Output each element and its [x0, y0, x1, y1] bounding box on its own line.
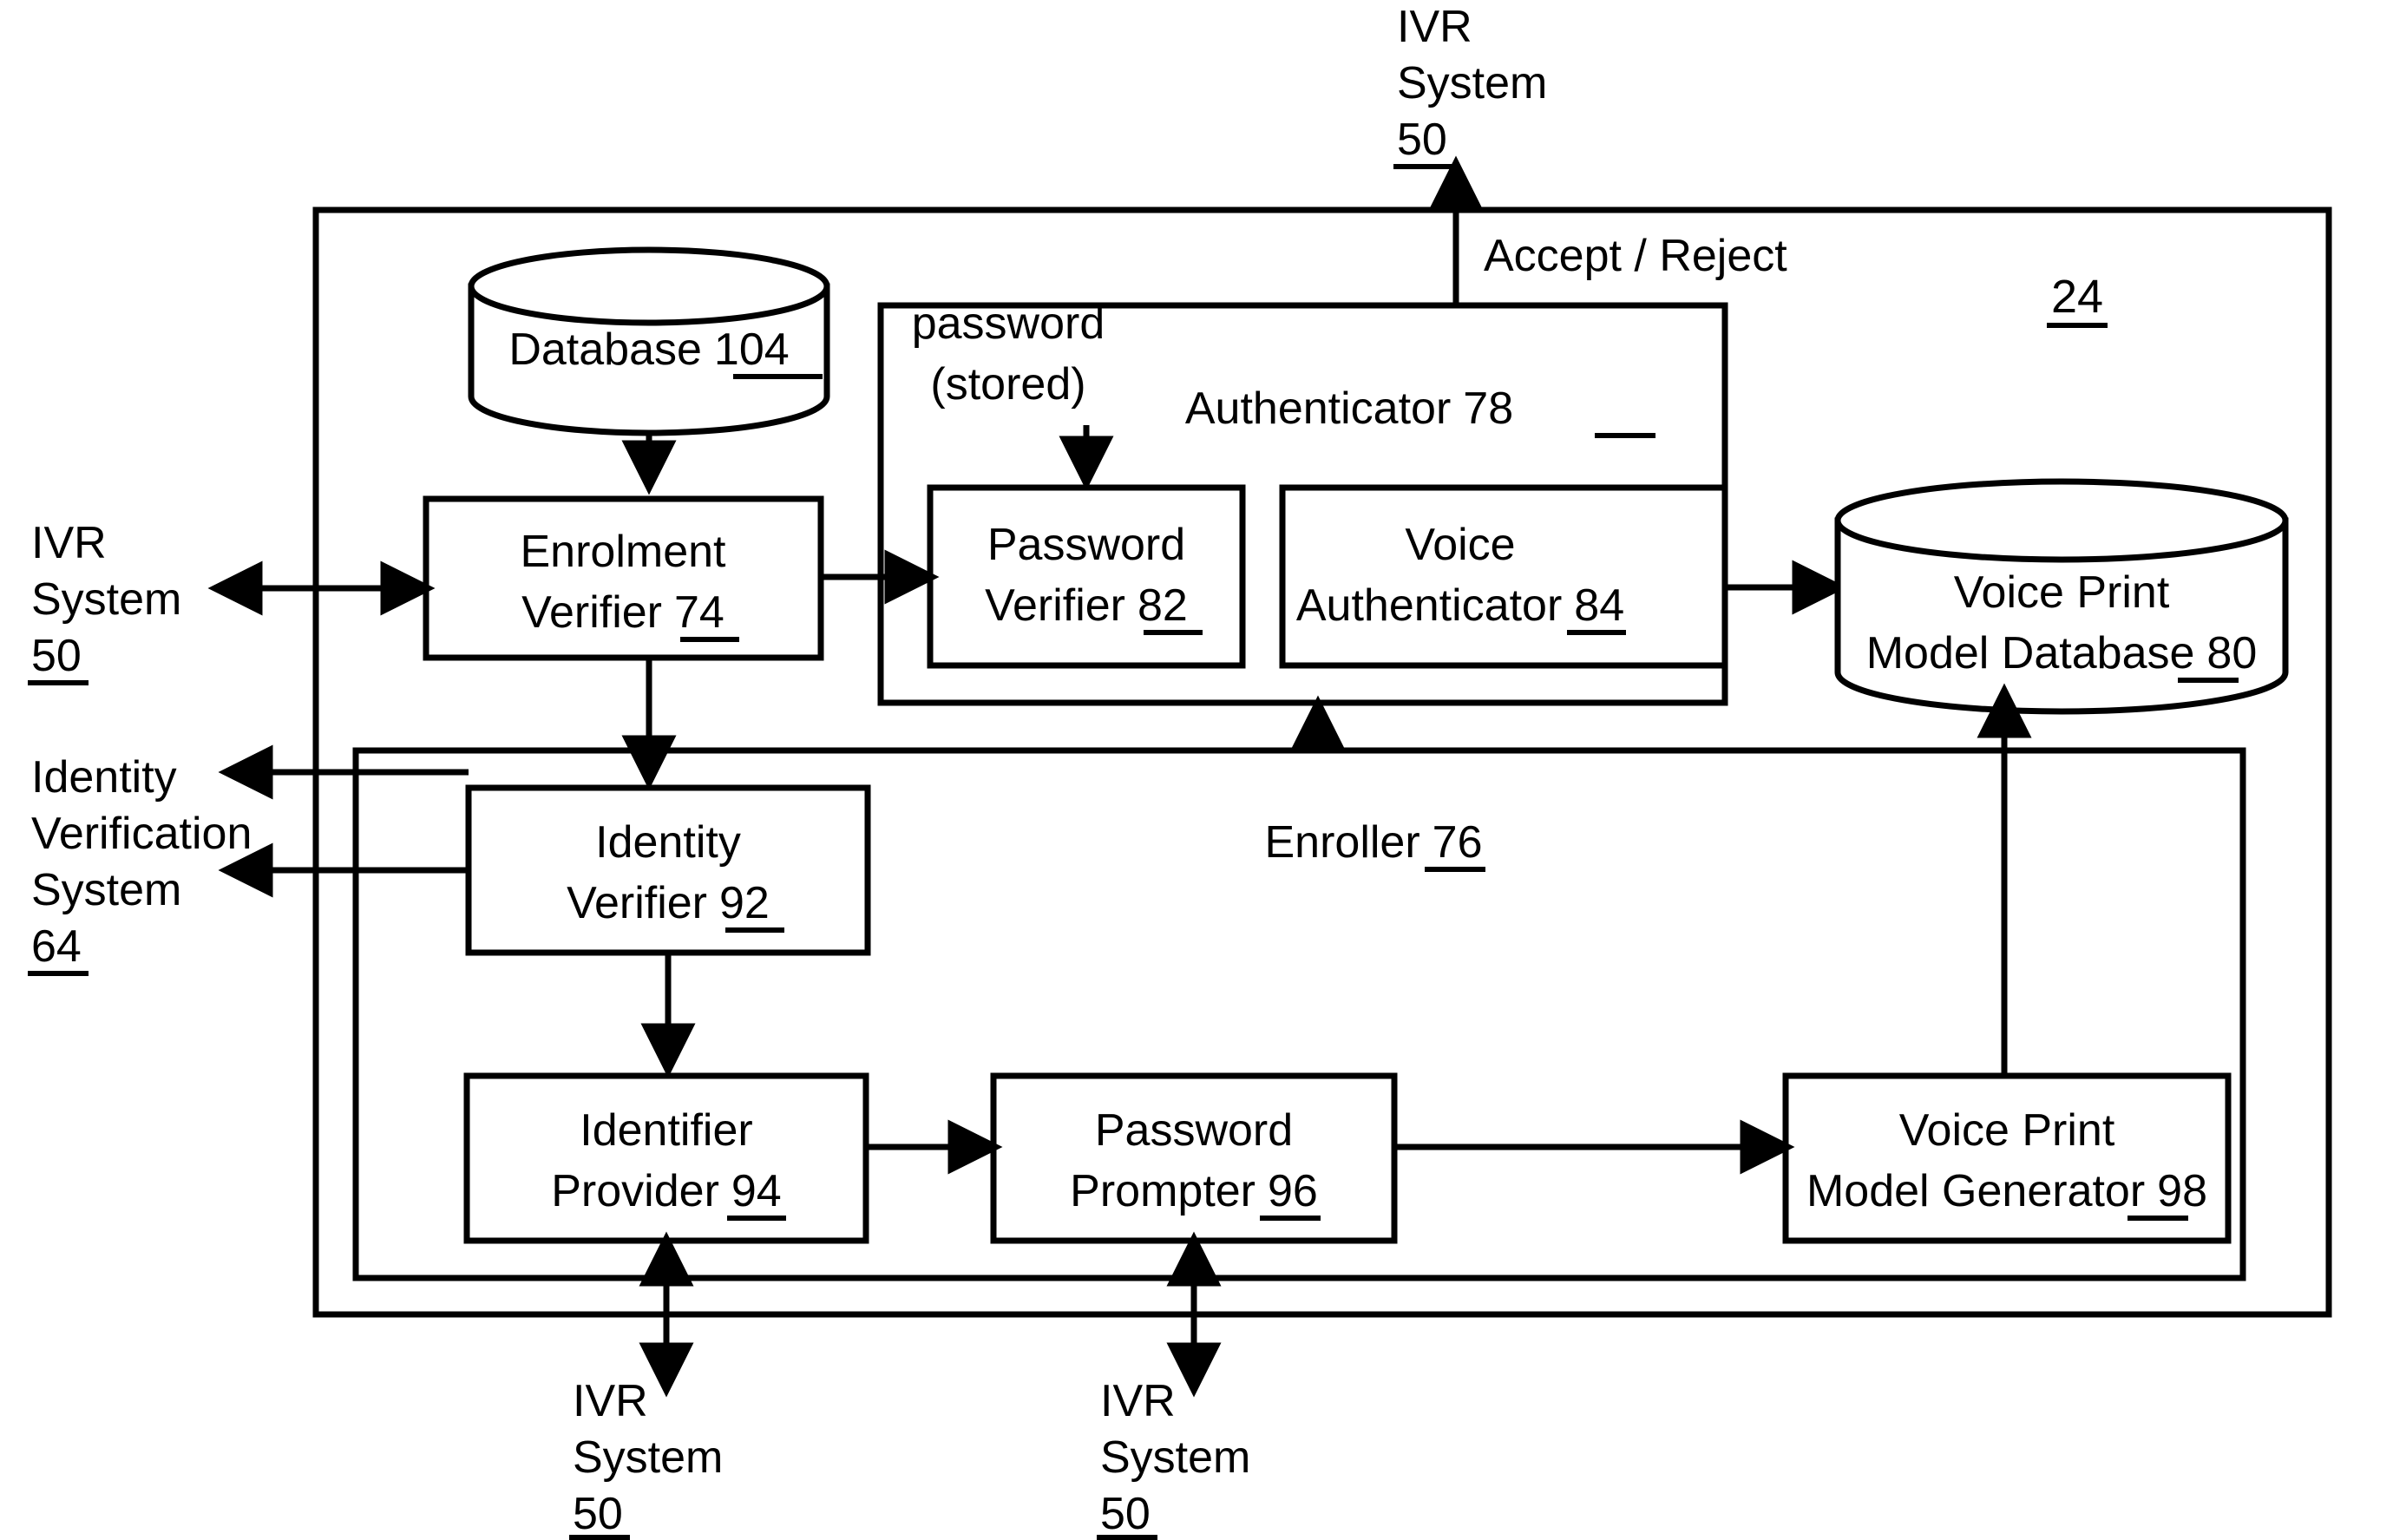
- password-prompter-96-line1: Password: [1095, 1105, 1293, 1156]
- patent-figure: 24 Authenticator 78 Enroller 76 Database 10…: [0, 0, 2393, 1540]
- node-identity-verifier-92: Identity Verifier 92: [465, 784, 871, 956]
- node-enrolment-verifier-74: Enrolment Verifier 74: [423, 495, 824, 661]
- outer-container-ref-label: 24: [2051, 271, 2103, 323]
- ivr-left-line1: IVR: [31, 518, 107, 568]
- identity-verification-ref: 64: [31, 921, 82, 972]
- identifier-provider-94-line1: Identifier: [580, 1105, 752, 1156]
- voice-authenticator-84-line2: Authenticator 84: [1296, 580, 1624, 631]
- label-ivr-system-50-top: IVR System 50: [1393, 2, 1547, 169]
- password-prompter-96-line2: Prompter 96: [1070, 1166, 1318, 1216]
- node-voice-authenticator-84: Voice Authenticator 84: [1279, 484, 1728, 669]
- label-ivr-system-50-left: IVR System 50: [28, 518, 181, 685]
- ivr-bottom-left-line1: IVR: [573, 1376, 648, 1426]
- enrolment-verifier-74-line2: Verifier 74: [521, 587, 724, 638]
- identity-verification-line3: System: [31, 865, 181, 915]
- password-verifier-82-line1: Password: [987, 520, 1185, 570]
- label-ivr-system-50-bottom-right: IVR System 50: [1097, 1376, 1250, 1540]
- node-database-104: Database 104: [468, 246, 830, 436]
- enroller-group-label: Enroller 76: [1264, 817, 1482, 868]
- identity-verification-line2: Verification: [31, 809, 252, 859]
- vpm-generator-98-line1: Voice Print: [1899, 1105, 2115, 1156]
- identity-verifier-92-line1: Identity: [595, 817, 741, 868]
- vpm-generator-98-line2: Model Generator 98: [1806, 1166, 2207, 1216]
- identity-verifier-92-line2: Verifier 92: [567, 878, 770, 928]
- ivr-bottom-right-line1: IVR: [1100, 1376, 1176, 1426]
- enrolment-verifier-74-line1: Enrolment: [521, 527, 727, 577]
- authenticator-group-label: Authenticator 78: [1185, 383, 1513, 434]
- node-password-prompter-96: Password Prompter 96: [990, 1072, 1398, 1244]
- ivr-top-line1: IVR: [1397, 2, 1472, 52]
- label-ivr-system-50-bottom-left: IVR System 50: [569, 1376, 723, 1540]
- password-stored-line1: password: [912, 298, 1105, 349]
- vpm-database-80-line1: Voice Print: [1954, 567, 2170, 618]
- identity-verification-line1: Identity: [31, 752, 177, 803]
- password-verifier-82-line2: Verifier 82: [985, 580, 1188, 631]
- accept-reject-label: Accept / Reject: [1484, 231, 1787, 281]
- ivr-bottom-left-line2: System: [573, 1432, 723, 1483]
- ivr-top-line2: System: [1397, 58, 1547, 108]
- ivr-top-ref: 50: [1397, 115, 1447, 165]
- password-stored-line2: (stored): [930, 359, 1085, 410]
- ivr-bottom-right-line2: System: [1100, 1432, 1250, 1483]
- ivr-bottom-left-ref: 50: [573, 1489, 623, 1539]
- voice-authenticator-84-line1: Voice: [1405, 520, 1515, 570]
- label-identity-verification-system-64: Identity Verification System 64: [28, 752, 252, 976]
- ivr-left-line2: System: [31, 574, 181, 625]
- node-password-verifier-82: Password Verifier 82: [927, 484, 1246, 669]
- node-voice-print-model-database-80: Voice Print Model Database 80: [1834, 478, 2289, 715]
- ivr-left-ref: 50: [31, 631, 82, 681]
- database-104-label: Database 104: [508, 324, 789, 375]
- node-voice-print-model-generator-98: Voice Print Model Generator 98: [1782, 1072, 2232, 1244]
- identifier-provider-94-line2: Provider 94: [551, 1166, 781, 1216]
- node-identifier-provider-94: Identifier Provider 94: [463, 1072, 869, 1244]
- diagram-canvas: 24 Authenticator 78 Enroller 76 Database 10…: [28, 2, 2332, 1540]
- ivr-bottom-right-ref: 50: [1100, 1489, 1151, 1539]
